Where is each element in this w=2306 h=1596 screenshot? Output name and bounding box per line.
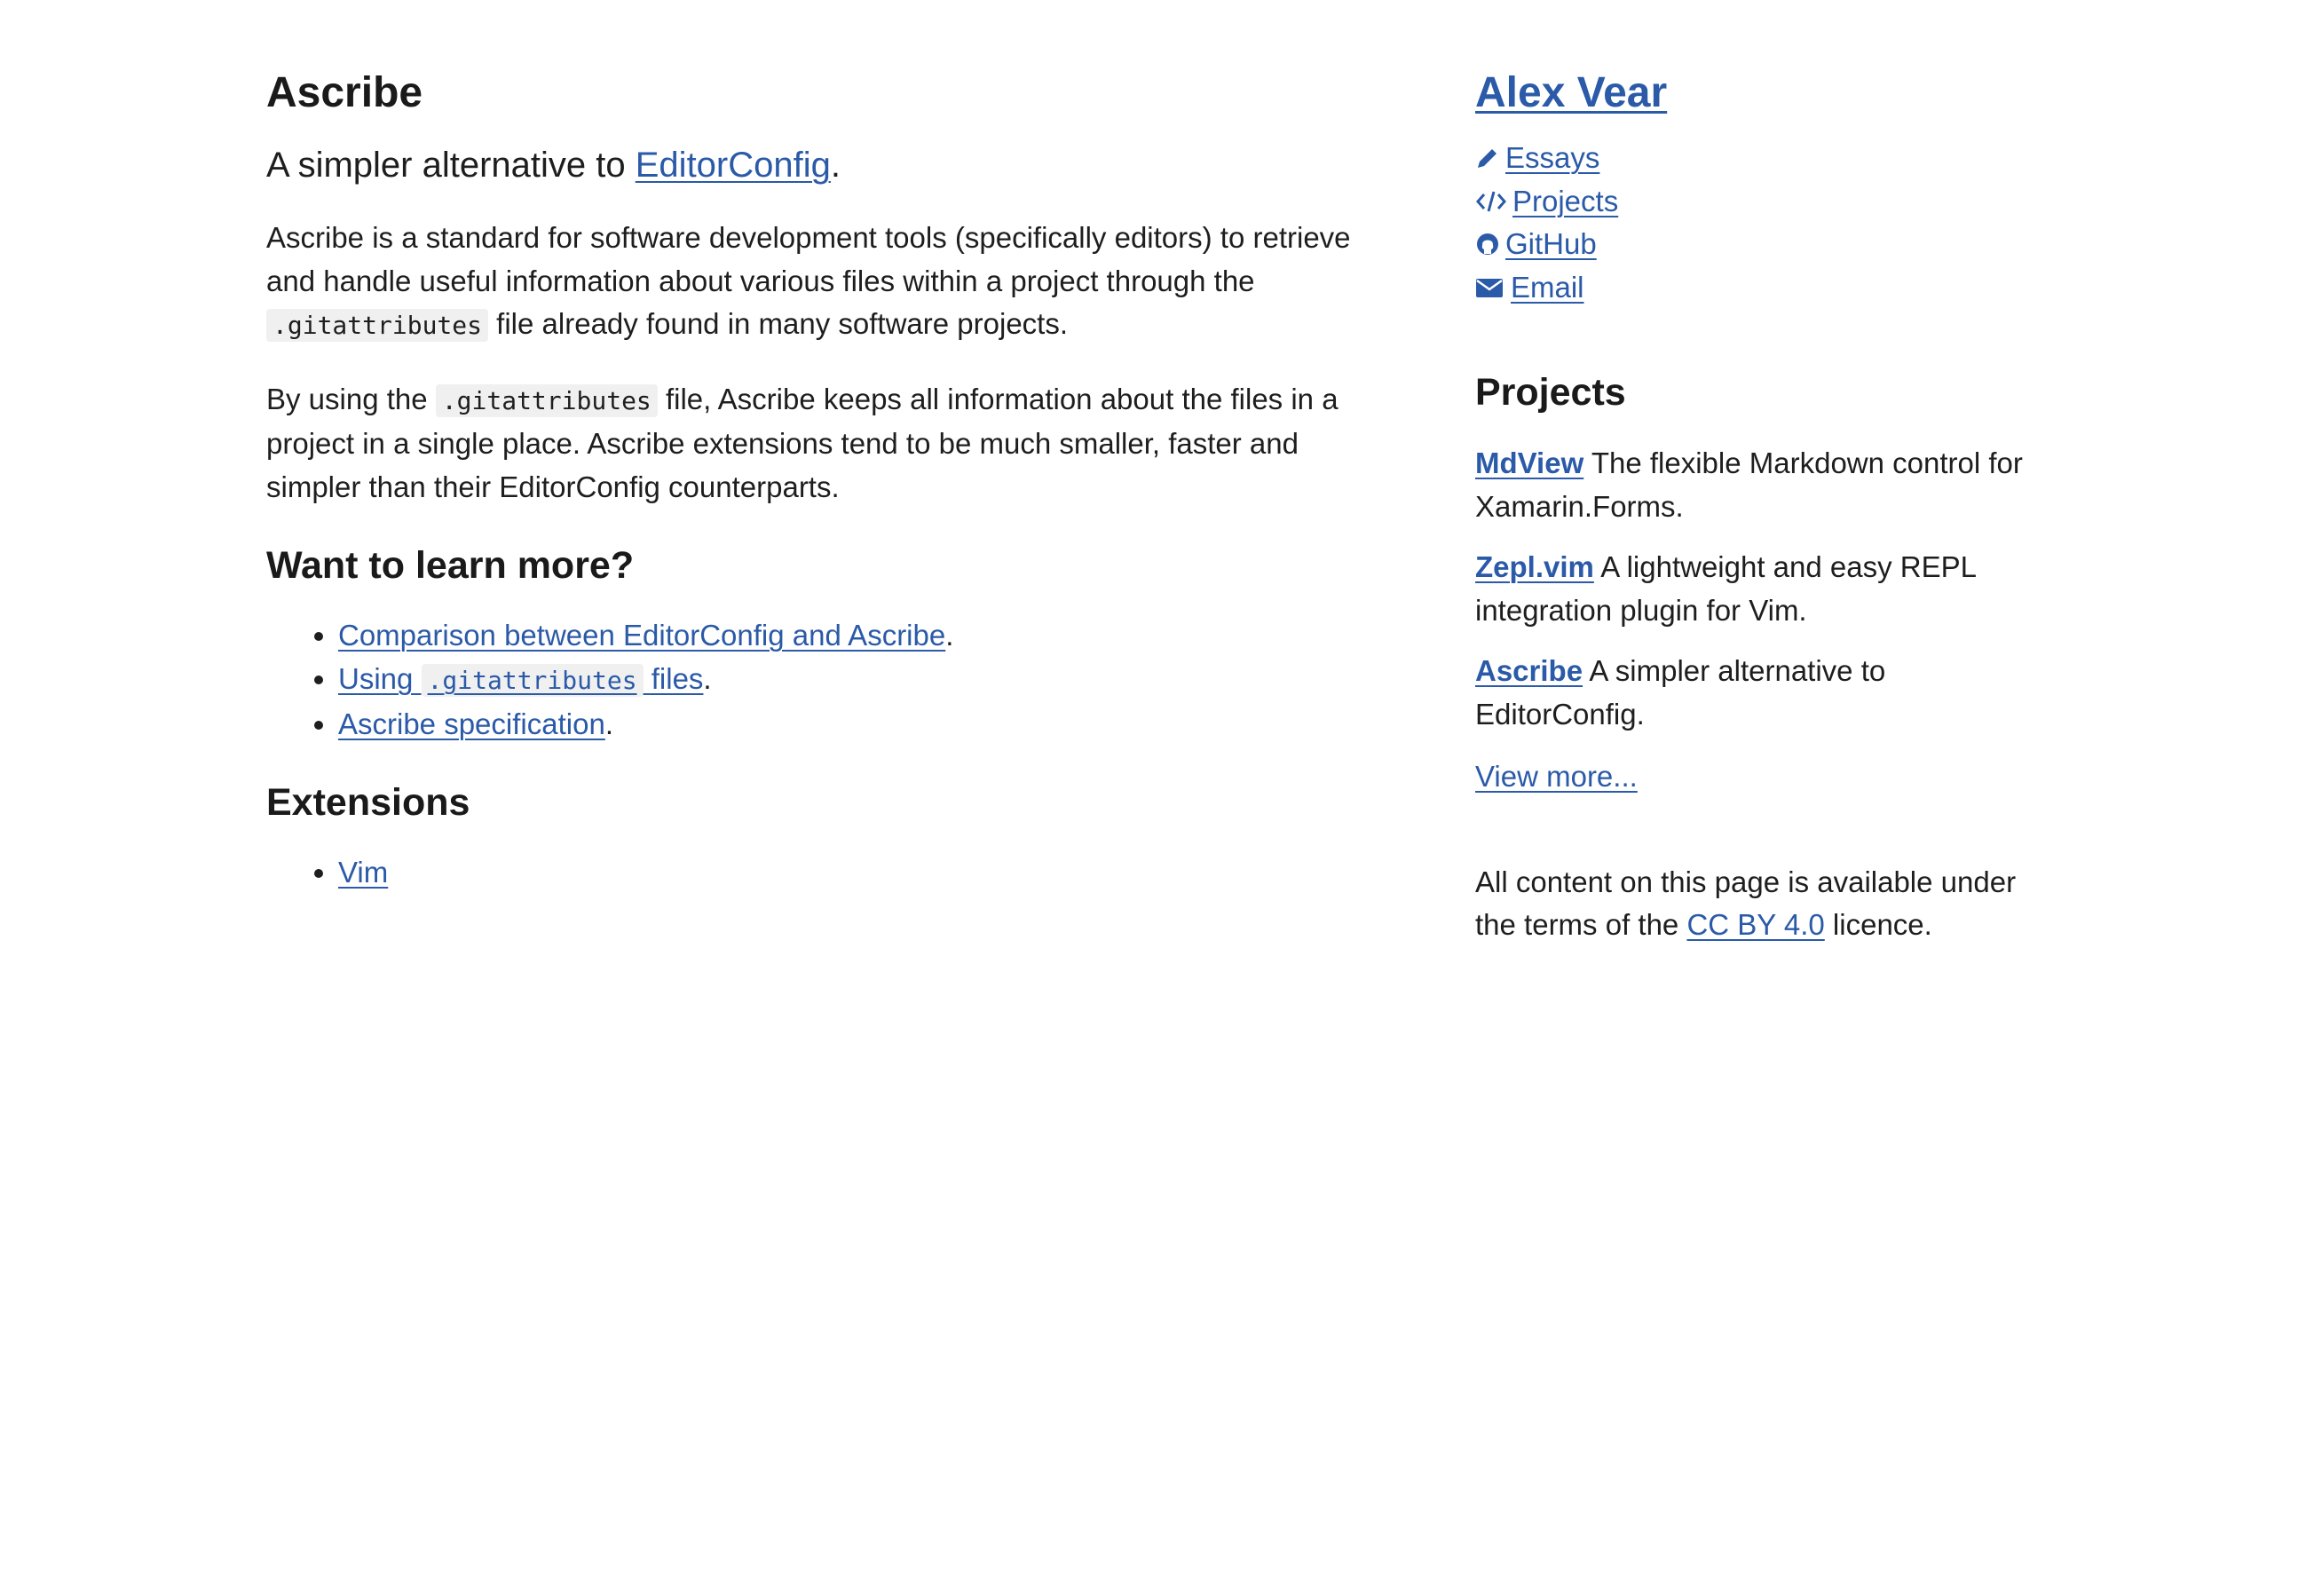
project-link-ascribe[interactable]: Ascribe	[1475, 654, 1583, 687]
project-link-mdview[interactable]: MdView	[1475, 446, 1583, 479]
sidebar-nav: Essays Projects GitHub Email	[1475, 137, 2061, 309]
github-icon	[1475, 229, 1505, 259]
editorconfig-link[interactable]: EditorConfig	[636, 146, 831, 185]
list-item: Ascribe specification.	[338, 702, 1394, 746]
subtitle: A simpler alternative to EditorConfig.	[266, 138, 1394, 192]
comparison-link[interactable]: Comparison between EditorConfig and Ascr…	[338, 619, 945, 652]
view-more-link[interactable]: View more...	[1475, 760, 1638, 793]
extensions-heading: Extensions	[266, 781, 470, 824]
sidebar: Alex Vear Essays Projects GitHub Email P…	[1475, 62, 2061, 947]
author-name: Alex Vear	[1475, 62, 2061, 124]
using-gitattributes-link[interactable]: Using .gitattributes files	[338, 662, 704, 697]
inline-code: .gitattributes	[421, 664, 644, 697]
licence-text-b: licence.	[1824, 908, 1932, 941]
vim-extension-link[interactable]: Vim	[338, 856, 388, 889]
intro-text-b: file already found in many software proj…	[488, 307, 1069, 340]
list-item-suffix: .	[945, 619, 954, 652]
project-entry: MdView The flexible Markdown control for…	[1475, 442, 2061, 528]
details-paragraph: By using the .gitattributes file, Ascrib…	[266, 378, 1394, 510]
main-content: Ascribe A simpler alternative to EditorC…	[266, 62, 1394, 894]
nav-item-github: GitHub	[1475, 223, 2061, 266]
page-title: Ascribe	[266, 69, 423, 116]
link-text: Using	[338, 662, 422, 695]
subtitle-suffix: .	[830, 146, 841, 185]
projects-heading: Projects	[1475, 371, 1626, 414]
code-icon	[1475, 186, 1512, 217]
essays-link[interactable]: Essays	[1505, 137, 1599, 180]
inline-code: .gitattributes	[435, 383, 658, 417]
nav-item-email: Email	[1475, 266, 2061, 310]
project-entry: Zepl.vim A lightweight and easy REPL int…	[1475, 546, 2061, 632]
cc-by-link[interactable]: CC BY 4.0	[1686, 908, 1824, 941]
pencil-icon	[1475, 143, 1505, 173]
subtitle-text: A simpler alternative to	[266, 146, 636, 185]
intro-paragraph: Ascribe is a standard for software devel…	[266, 217, 1394, 348]
github-link[interactable]: GitHub	[1505, 223, 1597, 266]
inline-code: .gitattributes	[266, 309, 489, 342]
specification-link[interactable]: Ascribe specification	[338, 707, 605, 740]
learn-more-heading: Want to learn more?	[266, 544, 635, 587]
author-home-link[interactable]: Alex Vear	[1475, 69, 1667, 116]
list-item: Vim	[338, 850, 1394, 894]
list-item-suffix: .	[703, 662, 712, 695]
learn-more-list: Comparison between EditorConfig and Ascr…	[266, 613, 1394, 746]
nav-item-essays: Essays	[1475, 137, 2061, 180]
licence-notice: All content on this page is available un…	[1475, 861, 2061, 947]
link-text: files	[643, 662, 704, 695]
nav-item-projects: Projects	[1475, 180, 2061, 224]
project-entry: Ascribe A simpler alternative to EditorC…	[1475, 650, 2061, 736]
list-item: Using .gitattributes files.	[338, 657, 1394, 702]
envelope-icon	[1475, 273, 1511, 303]
extensions-list: Vim	[266, 850, 1394, 894]
view-more: View more...	[1475, 755, 2061, 799]
intro-text-a: Ascribe is a standard for software devel…	[266, 221, 1351, 297]
list-item-suffix: .	[604, 707, 613, 740]
email-link[interactable]: Email	[1511, 266, 1584, 310]
details-text-a: By using the	[266, 382, 436, 415]
list-item: Comparison between EditorConfig and Ascr…	[338, 613, 1394, 657]
project-link-zepl[interactable]: Zepl.vim	[1475, 550, 1594, 583]
projects-link[interactable]: Projects	[1512, 180, 1618, 224]
page: Ascribe A simpler alternative to EditorC…	[0, 0, 2306, 1596]
